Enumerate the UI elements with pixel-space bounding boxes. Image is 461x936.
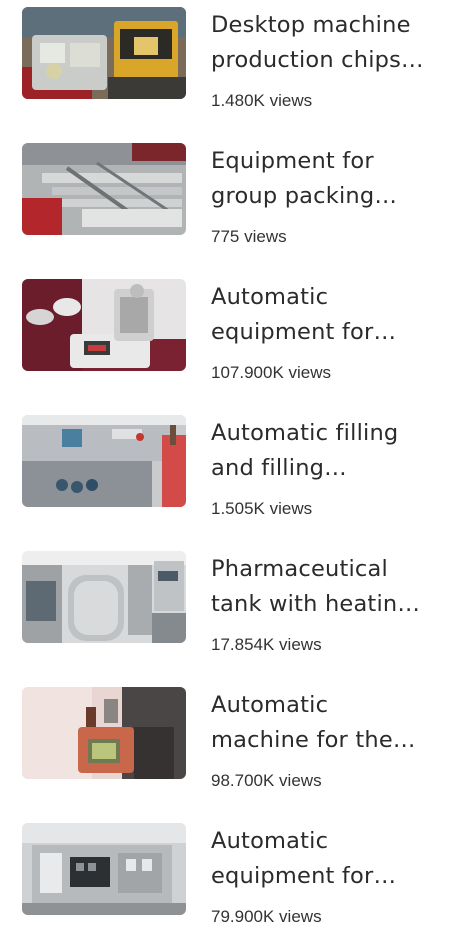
video-item[interactable]: Automatic machine for the… 98.700K views xyxy=(0,680,461,800)
video-item[interactable]: Automatic filling and filling… 1.505K vi… xyxy=(0,408,461,528)
view-count: 107.900K views xyxy=(211,363,332,382)
tabletop-production-machine-icon xyxy=(22,7,186,99)
video-thumbnail[interactable] xyxy=(22,7,186,99)
video-title[interactable]: Automatic equipment for… xyxy=(211,824,449,894)
video-item[interactable]: Automatic equipment for… 107.900K views xyxy=(0,272,461,392)
video-title-line: machine for the… xyxy=(211,727,416,753)
blister-packing-machine-icon xyxy=(22,823,186,915)
video-thumbnail[interactable] xyxy=(22,687,186,779)
video-item[interactable]: Equipment for group packing… 775 views xyxy=(0,136,461,256)
view-count: 79.900K views xyxy=(211,907,322,926)
video-title-line: Automatic filling xyxy=(211,420,399,446)
video-list: Desktop machine production chips… 1.480K… xyxy=(0,0,461,927)
steel-tank-icon xyxy=(22,551,186,643)
video-thumbnail[interactable] xyxy=(22,143,186,235)
view-count: 775 views xyxy=(211,227,287,246)
view-count: 98.700K views xyxy=(211,771,322,790)
video-title[interactable]: Automatic machine for the… xyxy=(211,688,449,758)
video-title[interactable]: Desktop machine production chips… xyxy=(211,8,449,78)
video-item[interactable]: Automatic equipment for… 79.900K views xyxy=(0,816,461,936)
video-title-line: Automatic xyxy=(211,284,329,310)
lab-test-instrument-icon xyxy=(22,279,186,371)
video-title-line: Automatic xyxy=(211,692,329,718)
filling-machine-icon xyxy=(22,415,186,507)
video-title-line: Pharmaceutical xyxy=(211,556,388,582)
video-title-line: equipment for… xyxy=(211,319,397,345)
video-title[interactable]: Automatic filling and filling… xyxy=(211,416,449,486)
view-count: 1.505K views xyxy=(211,499,313,518)
video-item[interactable]: Desktop machine production chips… 1.480K… xyxy=(0,0,461,120)
video-title-line: Desktop machine xyxy=(211,12,411,38)
video-item[interactable]: Pharmaceutical tank with heatin… 17.854K… xyxy=(0,544,461,664)
video-title-line: Equipment for xyxy=(211,148,374,174)
conveyor-packing-line-icon xyxy=(22,143,186,235)
view-count: 1.480K views xyxy=(211,91,313,110)
video-title[interactable]: Automatic equipment for… xyxy=(211,280,449,350)
video-title-line: Automatic xyxy=(211,828,329,854)
video-title[interactable]: Equipment for group packing… xyxy=(211,144,449,214)
video-thumbnail[interactable] xyxy=(22,415,186,507)
video-thumbnail[interactable] xyxy=(22,279,186,371)
video-thumbnail[interactable] xyxy=(22,823,186,915)
view-count: 17.854K views xyxy=(211,635,322,654)
video-thumbnail[interactable] xyxy=(22,551,186,643)
video-title-line: and filling… xyxy=(211,455,347,481)
video-title-line: equipment for… xyxy=(211,863,397,889)
video-title-line: tank with heatin… xyxy=(211,591,421,617)
video-title-line: group packing… xyxy=(211,183,398,209)
video-title[interactable]: Pharmaceutical tank with heatin… xyxy=(211,552,449,622)
control-panel-machine-icon xyxy=(22,687,186,779)
video-title-line: production chips… xyxy=(211,47,424,73)
